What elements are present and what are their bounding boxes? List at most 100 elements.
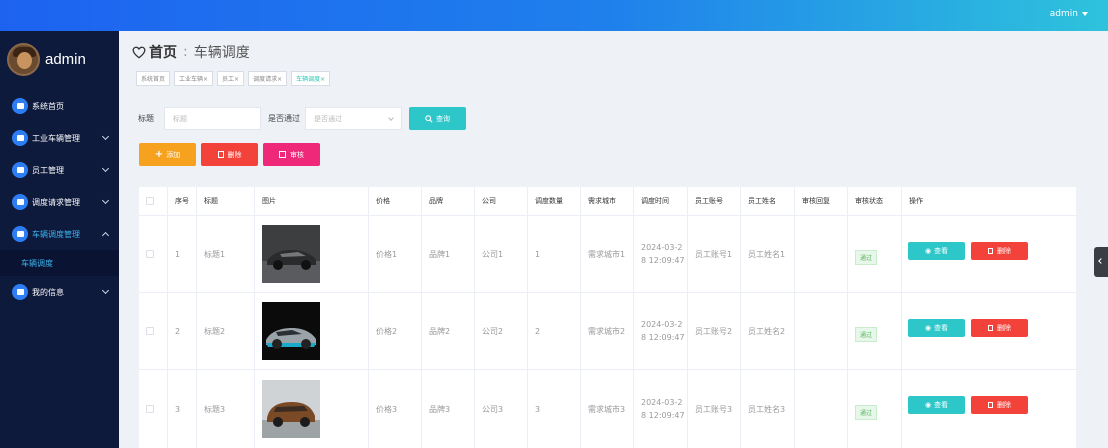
cell-actions: ◉ 查看 删除 (902, 370, 1076, 448)
column-header: 序号 (168, 187, 197, 215)
column-header: 员工姓名 (741, 187, 795, 215)
cell-status: 通过 (848, 370, 902, 448)
row-checkbox[interactable] (146, 327, 154, 335)
column-header: 图片 (255, 187, 369, 215)
sidebar-menu: 系统首页 工业车辆管理 员工管理 调度请求管理 车辆调度管理 车辆调度 我的信息 (0, 90, 119, 308)
column-header: 审核状态 (848, 187, 902, 215)
cell-city: 需求城市1 (581, 216, 634, 292)
cell-account: 员工账号3 (688, 370, 741, 448)
cell-price: 价格1 (369, 216, 422, 292)
column-header: 需求城市 (581, 187, 634, 215)
cell-reply (795, 293, 848, 369)
audit-button[interactable]: 审核 (263, 143, 320, 166)
title-label: 标题 (138, 114, 154, 123)
query-button[interactable]: 查询 (409, 107, 466, 130)
cell-brand: 品牌2 (422, 293, 475, 369)
sidebar-subitem-vehicle-dispatch[interactable]: 车辆调度 (0, 250, 119, 276)
status-badge: 通过 (855, 326, 878, 342)
row-checkbox-cell (139, 370, 168, 448)
car-image (262, 225, 320, 283)
chevron-left-icon (1098, 258, 1104, 264)
delete-label: 删除 (997, 247, 1011, 255)
cell-brand: 品牌1 (422, 216, 475, 292)
row-checkbox[interactable] (146, 250, 154, 258)
sidebar-username: admin (45, 50, 86, 68)
tag-home[interactable]: 系统首页 (136, 71, 171, 86)
table-row: 1 标题1 价格1 品牌1 公司1 1 需求城市1 2024-03-2 8 12… (139, 216, 1076, 293)
plus-icon: + (154, 149, 164, 160)
delete-label: 删除 (997, 324, 1011, 332)
cell-account: 员工账号2 (688, 293, 741, 369)
top-bar: admin (0, 0, 1108, 31)
sidebar-item-label: 员工管理 (32, 165, 64, 175)
breadcrumb-home[interactable]: 首页 (149, 42, 177, 62)
cell-no: 3 (168, 370, 197, 448)
status-badge: 通过 (855, 404, 878, 420)
delete-label: 删除 (227, 150, 242, 159)
sidebar-item-vehicle-dispatch[interactable]: 车辆调度管理 (0, 218, 119, 250)
view-button[interactable]: ◉ 查看 (908, 396, 965, 414)
status-badge: 通过 (855, 249, 878, 265)
tag-staff[interactable]: 员工× (217, 71, 245, 86)
row-checkbox[interactable] (146, 405, 154, 413)
sidebar: admin 系统首页 工业车辆管理 员工管理 调度请求管理 车辆调度管理 车辆调… (0, 31, 119, 448)
add-button[interactable]: + 添加 (139, 143, 196, 166)
cell-image (255, 216, 369, 292)
car-image (262, 302, 320, 360)
sidebar-item-home[interactable]: 系统首页 (0, 90, 119, 122)
car-icon (12, 130, 28, 146)
sidebar-item-my-info[interactable]: 我的信息 (0, 276, 119, 308)
cell-name: 员工姓名2 (741, 293, 795, 369)
tag-dispatch-request[interactable]: 调度请求× (248, 71, 288, 86)
search-bar: 标题 标题 是否通过 是否通过 查询 (138, 107, 466, 130)
sidebar-item-staff[interactable]: 员工管理 (0, 154, 119, 186)
column-header: 标题 (197, 187, 255, 215)
view-button[interactable]: ◉ 查看 (908, 319, 965, 337)
view-button[interactable]: ◉ 查看 (908, 242, 965, 260)
pass-placeholder: 是否通过 (314, 114, 342, 123)
audit-label: 审核 (290, 150, 304, 159)
cell-name: 员工姓名1 (741, 216, 795, 292)
cell-company: 公司2 (475, 293, 528, 369)
user-card-icon (12, 284, 28, 300)
avatar (7, 42, 40, 76)
cell-name: 员工姓名3 (741, 370, 795, 448)
car-image (262, 380, 320, 438)
pass-label: 是否通过 (268, 114, 300, 123)
user-menu[interactable]: admin (1050, 9, 1088, 19)
delete-button[interactable]: 删除 (971, 396, 1028, 414)
sidebar-item-label: 工业车辆管理 (32, 133, 80, 143)
table-row: 3 标题3 价格3 品牌3 公司3 3 需求城市3 2024-03-2 8 12… (139, 370, 1076, 448)
home-icon (12, 98, 28, 114)
pass-select[interactable]: 是否通过 (305, 107, 402, 130)
cell-actions: ◉ 查看 删除 (902, 216, 1076, 292)
tag-vehicles[interactable]: 工业车辆× (174, 71, 214, 86)
grid-icon (12, 162, 28, 178)
cell-time: 2024-03-2 8 12:09:47 (634, 370, 688, 448)
cell-company: 公司3 (475, 370, 528, 448)
eye-icon: ◉ (924, 247, 932, 255)
sidebar-item-vehicles[interactable]: 工业车辆管理 (0, 122, 119, 154)
tag-vehicle-dispatch[interactable]: 车辆调度× (291, 71, 331, 86)
view-label: 查看 (934, 247, 949, 255)
cell-price: 价格3 (369, 370, 422, 448)
action-bar: + 添加 删除 审核 (139, 143, 320, 166)
cell-city: 需求城市3 (581, 370, 634, 448)
select-all-checkbox[interactable] (146, 197, 154, 205)
column-header: 价格 (369, 187, 422, 215)
cell-qty: 1 (528, 216, 581, 292)
delete-button[interactable]: 删除 (971, 242, 1028, 260)
data-table: 序号 标题 图片 价格 品牌 公司 调度数量 需求城市 调度时间 员工账号 员工… (139, 187, 1076, 448)
user-name: admin (1049, 9, 1078, 19)
view-label: 查看 (934, 324, 949, 332)
column-header: 调度数量 (528, 187, 581, 215)
batch-delete-button[interactable]: 删除 (201, 143, 258, 166)
search-icon (425, 114, 433, 123)
sidebar-item-dispatch-requests[interactable]: 调度请求管理 (0, 186, 119, 218)
cell-title: 标题1 (197, 216, 255, 292)
sidebar-item-label: 车辆调度管理 (32, 229, 80, 239)
title-input[interactable]: 标题 (164, 107, 261, 130)
delete-button[interactable]: 删除 (971, 319, 1028, 337)
chevron-up-icon (101, 231, 110, 240)
side-panel-toggle[interactable] (1094, 247, 1108, 277)
